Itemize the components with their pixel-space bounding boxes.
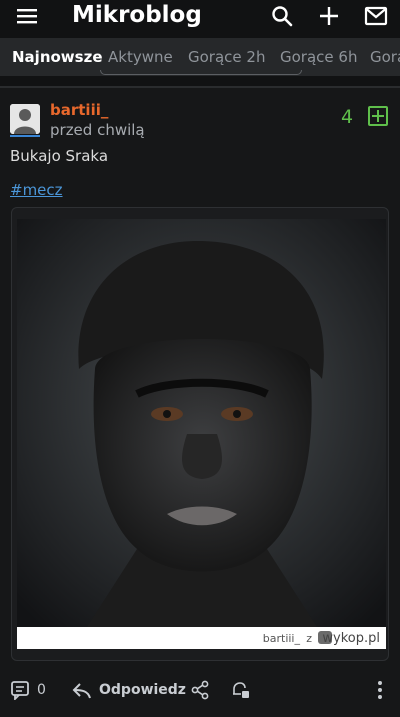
avatar-gender-bar (10, 135, 40, 137)
vote-count: 4 (341, 106, 354, 128)
comment-icon[interactable] (10, 680, 30, 700)
post-card: bartiii_ przed chwilą 4 Bukajo Sraka #me… (0, 88, 400, 717)
app-title: Mikroblog (72, 2, 202, 28)
reply-arrow-icon[interactable] (72, 680, 92, 700)
user-silhouette-icon (10, 104, 40, 134)
author-username[interactable]: bartiii_ (50, 101, 108, 119)
watermark-username: bartiii_ (262, 632, 300, 645)
reply-button[interactable]: Odpowiedz (99, 682, 186, 698)
avatar[interactable] (10, 104, 40, 134)
post-timestamp: przed chwilą (50, 121, 145, 139)
envelope-icon[interactable] (364, 4, 388, 28)
tab-najnowsze[interactable]: Najnowsze (12, 38, 103, 76)
watermark-site: wykop.pl (322, 631, 380, 646)
comment-count: 0 (37, 682, 46, 698)
search-icon[interactable] (270, 4, 294, 28)
post-action-bar: 0 Odpowiedz (0, 674, 400, 708)
embed-frame: bartiii_ z wykop.pl (11, 207, 389, 661)
plus-icon[interactable] (317, 4, 341, 28)
hashtag-link[interactable]: #mecz (10, 181, 63, 199)
menu-icon[interactable] (16, 5, 38, 27)
tab-scroll-indicator (100, 70, 302, 75)
post-text: Bukajo Sraka (10, 147, 109, 165)
image-watermark: bartiii_ z wykop.pl (17, 627, 386, 649)
share-icon[interactable] (190, 680, 210, 700)
portrait-illustration (17, 219, 386, 627)
bell-add-icon[interactable] (230, 680, 250, 700)
app-bar: Mikroblog (0, 0, 400, 36)
kebab-menu-icon[interactable] (370, 680, 390, 700)
post-image[interactable]: bartiii_ z wykop.pl (17, 219, 386, 649)
upvote-button[interactable] (368, 106, 388, 126)
watermark-separator: z (306, 632, 312, 645)
tab-gorace-more[interactable]: Gorą (370, 38, 400, 76)
